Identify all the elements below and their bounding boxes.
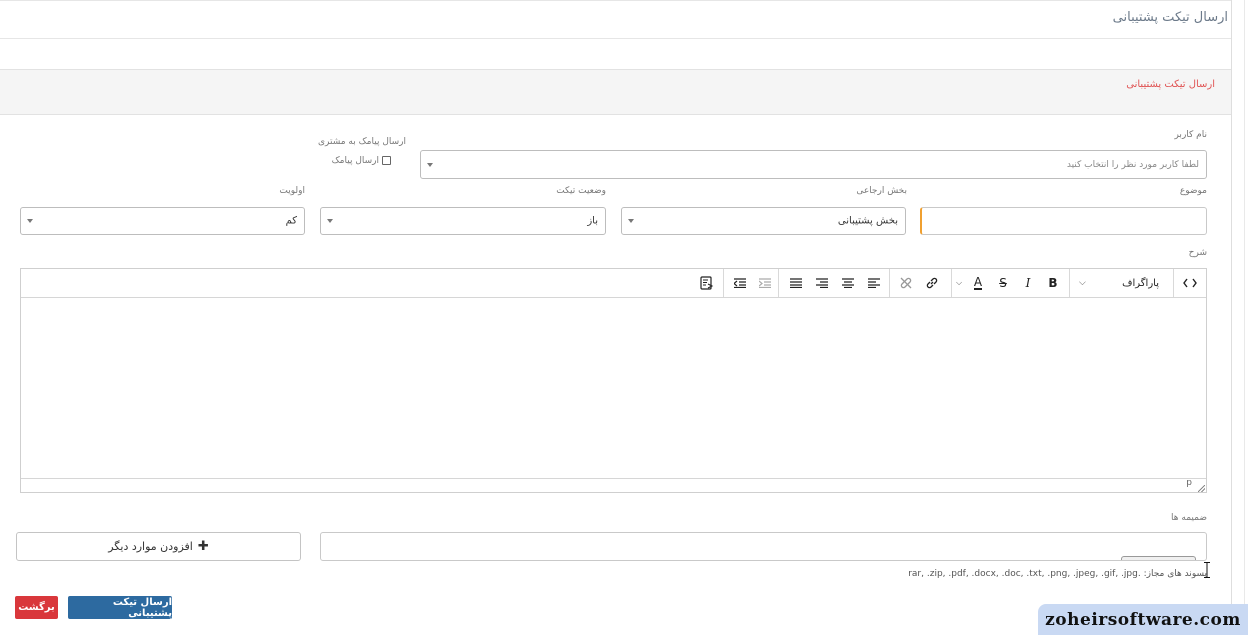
align-left-icon [868, 278, 880, 288]
format-select-value: پاراگراف [1122, 277, 1159, 289]
editor-statusbar: p [21, 478, 1206, 492]
chevron-down-icon [27, 219, 33, 223]
toolbar-separator [723, 269, 724, 297]
header-divider [0, 38, 1231, 39]
panel-heading [0, 69, 1231, 115]
username-placeholder: لطفا کاربر مورد نظر را انتخاب کنید [1066, 159, 1199, 170]
font-color-icon: A [973, 275, 983, 290]
back-button[interactable]: برگشت [15, 596, 58, 619]
strikethrough-button[interactable]: S [990, 269, 1016, 297]
unlink-button[interactable] [893, 269, 919, 297]
file-input[interactable] [320, 532, 1207, 561]
italic-button[interactable]: I [1015, 269, 1041, 297]
status-select[interactable]: باز [320, 207, 606, 235]
strikethrough-icon: S [999, 276, 1007, 290]
outdent-button[interactable] [727, 269, 753, 297]
priority-label: اولویت [279, 186, 305, 196]
align-center-icon [842, 278, 854, 288]
panel-title: ارسال تیکت پشتیبانی [1126, 79, 1215, 90]
toolbar-separator [889, 269, 890, 297]
font-color-dropdown[interactable]: ⌵ [953, 269, 965, 297]
chevron-down-icon [427, 162, 433, 167]
scrollbar-track[interactable] [1244, 0, 1245, 604]
toolbar-separator [951, 269, 952, 297]
format-select[interactable]: ⌵ پاراگراف [1069, 269, 1173, 297]
chevron-down-icon [327, 219, 333, 223]
link-icon [926, 277, 938, 289]
code-view-button[interactable] [1173, 269, 1206, 297]
italic-icon: I [1025, 276, 1031, 290]
unlink-icon [900, 277, 912, 289]
top-border [0, 0, 1231, 1]
justify-icon [790, 278, 802, 288]
add-more-button[interactable]: ✚ افزودن موارد دیگر [16, 532, 301, 561]
sms-label: ارسال پیامک به مشتری [318, 137, 406, 147]
department-value: بخش پشتیبانی [837, 215, 898, 227]
chevron-down-icon: ⌵ [1079, 278, 1086, 288]
department-label: بخش ارجاعی [856, 186, 907, 196]
toolbar-separator [1069, 269, 1070, 297]
bold-button[interactable]: B [1040, 269, 1066, 297]
outdent-icon [734, 278, 746, 288]
username-label: نام کاربر [1174, 130, 1207, 140]
subject-label: موضوع [1179, 186, 1207, 196]
code-icon [1182, 278, 1197, 288]
allowed-extensions-text: پسوند های مجاز: .rar, .zip, .pdf, .docx,… [908, 569, 1207, 579]
editor-content-area[interactable] [21, 298, 1206, 478]
status-label: وضعیت تیکت [556, 186, 606, 196]
text-cursor-icon [1203, 562, 1210, 578]
username-select[interactable]: لطفا کاربر مورد نظر را انتخاب کنید [420, 150, 1207, 179]
priority-select[interactable]: کم [20, 207, 305, 235]
indent-button[interactable] [752, 269, 778, 297]
toolbar-separator [778, 269, 779, 297]
watermark-logo: zoheirsoftware.com [1038, 604, 1248, 635]
status-value: باز [587, 215, 598, 227]
chevron-down-icon: ⌵ [955, 278, 963, 287]
paste-from-word-button[interactable] [693, 269, 721, 297]
department-select[interactable]: بخش پشتیبانی [621, 207, 906, 235]
link-button[interactable] [919, 269, 945, 297]
attachments-label: ضمیمه ها [1171, 513, 1207, 523]
toolbar-separator [1173, 269, 1174, 297]
subject-input[interactable] [920, 207, 1207, 235]
add-more-label: افزودن موارد دیگر [108, 540, 193, 553]
justify-button[interactable] [783, 269, 809, 297]
align-center-button[interactable] [835, 269, 861, 297]
editor-toolbar: ⌵ پاراگراف B I S A ⌵ [21, 269, 1206, 298]
priority-value: کم [285, 215, 297, 227]
choose-file-button[interactable] [1121, 556, 1196, 560]
plus-icon: ✚ [197, 539, 209, 554]
resize-handle-icon[interactable] [1198, 485, 1205, 492]
chevron-down-icon [628, 219, 634, 223]
description-label: شرح [1188, 248, 1207, 258]
sms-checkbox[interactable] [382, 156, 391, 165]
send-ticket-button[interactable]: ارسال تیکت پشتیبانی [68, 596, 172, 619]
align-left-button[interactable] [861, 269, 887, 297]
page-title: ارسال تیکت پشتیبانی [1112, 10, 1228, 25]
bold-icon: B [1048, 276, 1058, 290]
font-color-button[interactable]: A [965, 269, 991, 297]
align-right-icon [816, 278, 828, 288]
sms-checkbox-label: ارسال پیامک [331, 156, 379, 166]
editor-path: p [1186, 478, 1192, 488]
paste-icon [700, 276, 714, 290]
content-right-border [1231, 0, 1232, 604]
indent-icon [759, 278, 771, 288]
align-right-button[interactable] [809, 269, 835, 297]
